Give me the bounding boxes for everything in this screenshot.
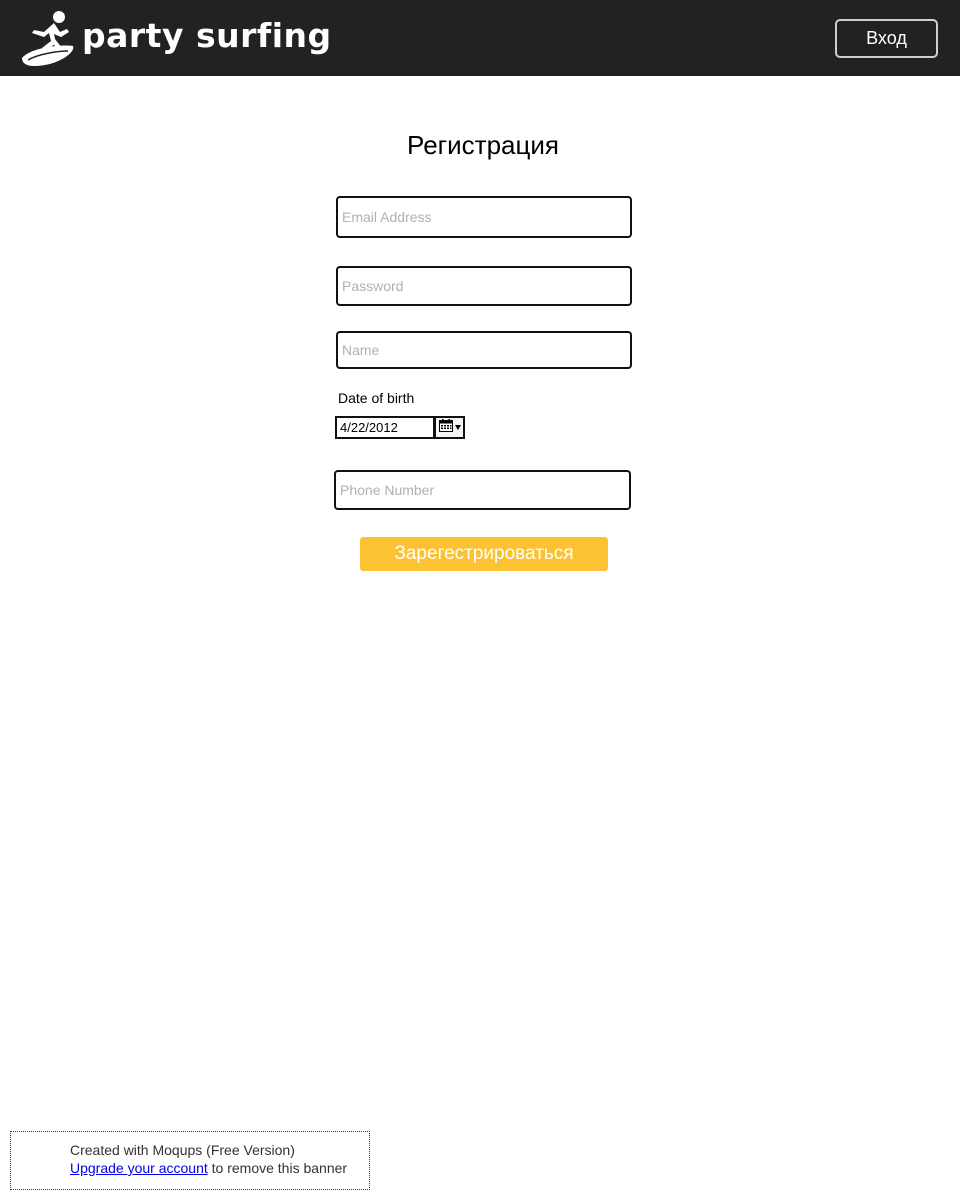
date-of-birth-input[interactable]: 4/22/2012 (335, 416, 435, 439)
login-button[interactable]: Вход (835, 19, 938, 58)
top-navigation-bar: party surfing Вход (0, 0, 960, 76)
banner-upgrade-line: Upgrade your account to remove this bann… (70, 1160, 347, 1176)
logo[interactable]: party surfing (20, 10, 332, 68)
banner-suffix-text: to remove this banner (207, 1160, 348, 1176)
date-picker-button[interactable] (434, 416, 465, 439)
page-title: Регистрация (407, 130, 559, 160)
phone-number-field[interactable] (334, 470, 631, 510)
date-of-birth-label: Date of birth (338, 390, 415, 406)
register-button[interactable]: Зарегестрироваться (360, 537, 608, 571)
email-field[interactable] (336, 196, 632, 238)
calendar-icon (438, 418, 453, 437)
logo-text: party surfing (82, 15, 332, 55)
banner-text: Created with Moqups (Free Version) (70, 1142, 295, 1158)
chevron-down-icon (454, 425, 461, 430)
name-field[interactable] (336, 331, 632, 369)
surfer-icon (20, 10, 76, 68)
password-field[interactable] (336, 266, 632, 306)
moqups-banner: Created with Moqups (Free Version) Upgra… (10, 1131, 370, 1190)
upgrade-account-link[interactable]: Upgrade your account (70, 1160, 208, 1176)
